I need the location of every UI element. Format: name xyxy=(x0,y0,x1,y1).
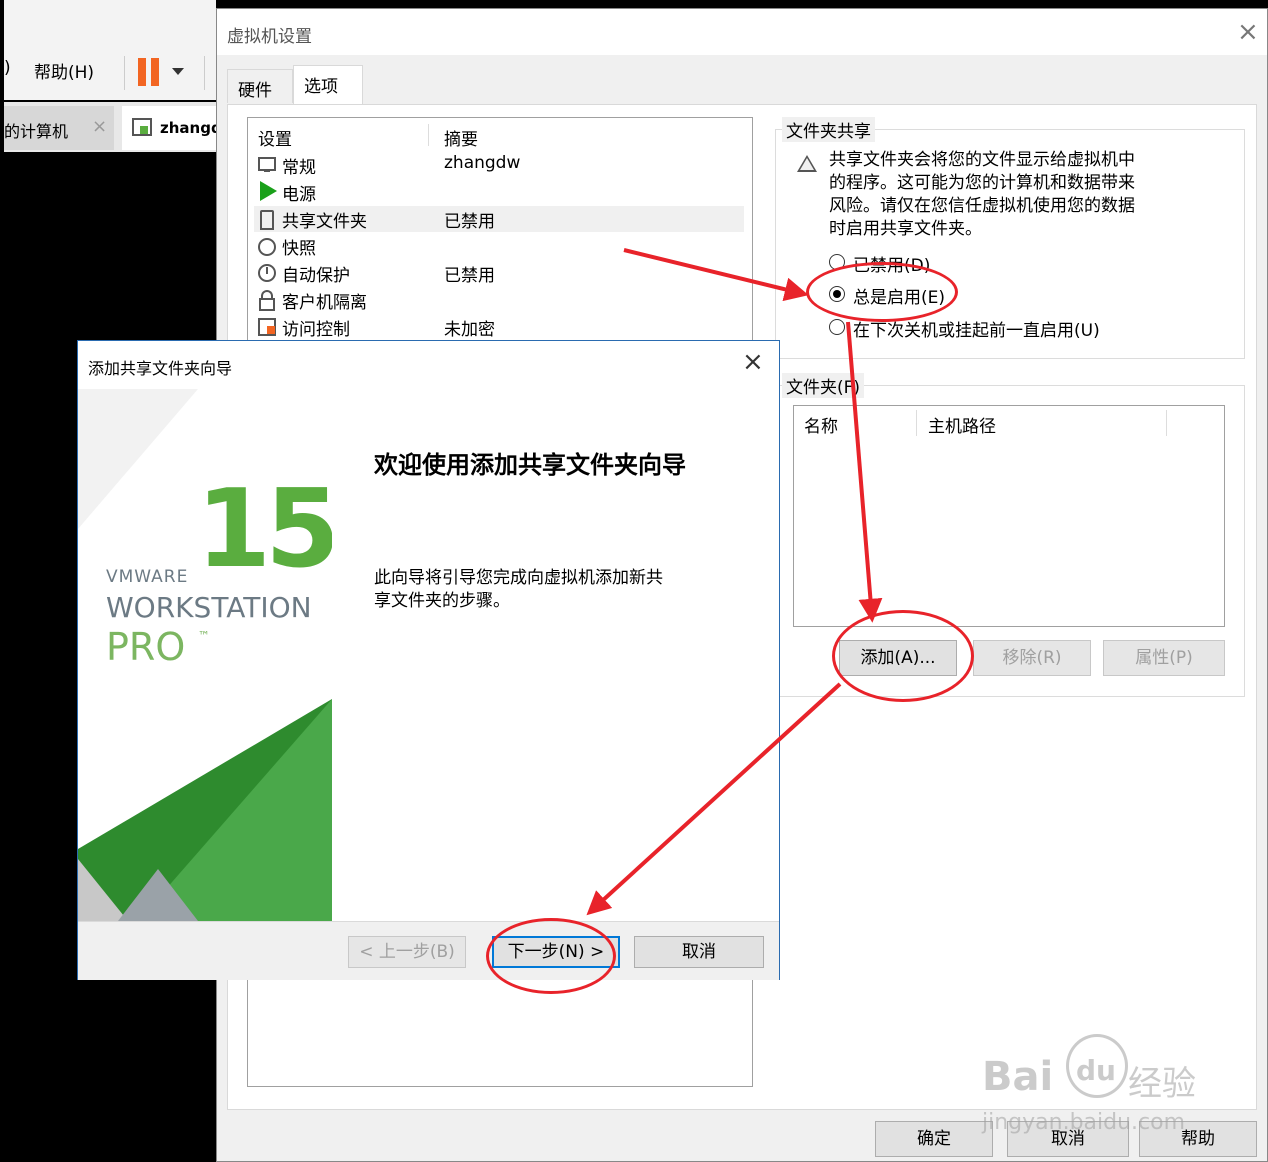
watermark-suffix: 经验 xyxy=(1128,1064,1196,1104)
annotation-arrow xyxy=(586,682,842,916)
annotation-arrow xyxy=(623,248,809,302)
watermark-brand: Bai xyxy=(982,1054,1054,1100)
annotation-arrow xyxy=(846,321,883,623)
watermark-brand-paw: du xyxy=(1076,1054,1116,1087)
baidu-watermark: Bai du 经验 jingyan.baidu.com xyxy=(978,1030,1218,1140)
annotation-arrows xyxy=(586,248,883,916)
watermark-url: jingyan.baidu.com xyxy=(982,1110,1186,1135)
